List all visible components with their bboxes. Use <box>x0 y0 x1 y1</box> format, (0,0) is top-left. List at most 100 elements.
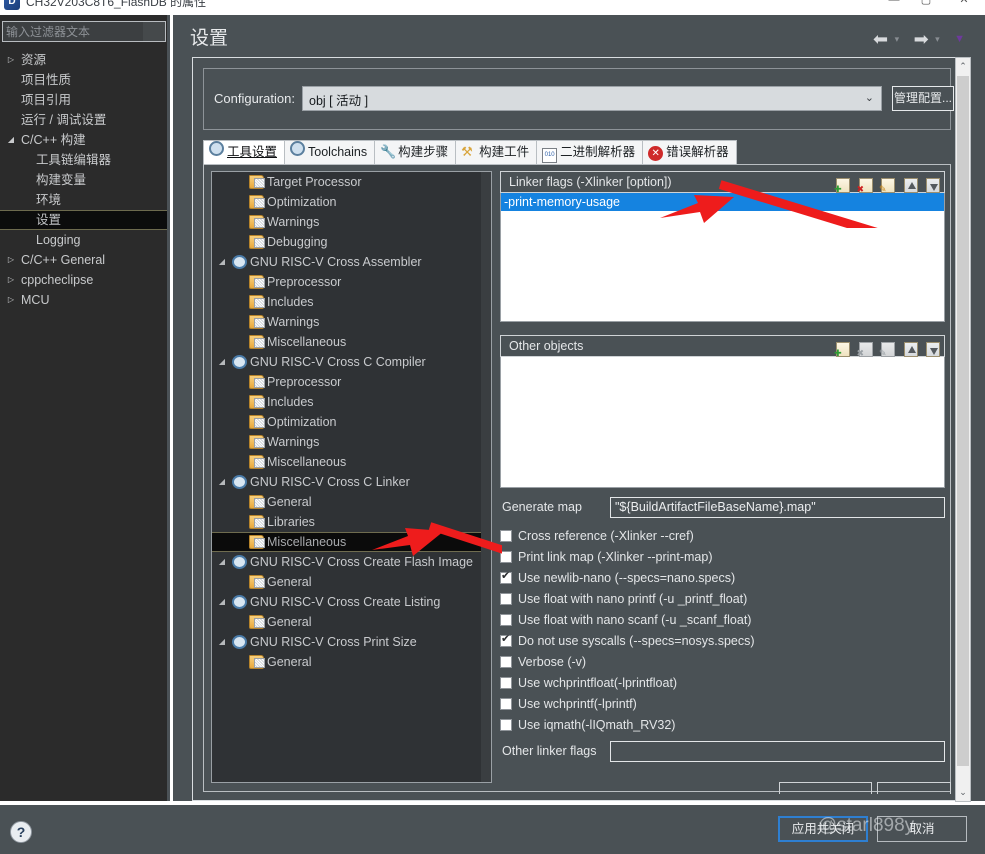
tab-1[interactable]: 工具设置 <box>203 140 286 164</box>
checkbox-icon[interactable] <box>500 530 512 542</box>
other-objects-list[interactable] <box>500 357 945 488</box>
sidebar-item[interactable]: 项目性质 <box>0 70 167 90</box>
tab-5[interactable]: 010 二进制解析器 <box>536 140 644 164</box>
tree-expand-icon[interactable]: ▷ <box>5 270 17 290</box>
restore-defaults-button[interactable] <box>779 782 872 794</box>
apply-and-close-button[interactable]: 应用并关闭 <box>778 816 868 842</box>
tool-tree-item[interactable]: Warnings <box>212 212 491 232</box>
help-icon[interactable]: ? <box>10 821 32 843</box>
add-icon[interactable]: ✚ <box>834 178 851 194</box>
checkbox-icon[interactable] <box>500 719 512 731</box>
apply-button[interactable] <box>877 782 951 794</box>
sidebar-item[interactable]: 环境 <box>0 190 167 210</box>
tool-tree-item[interactable]: Optimization <box>212 192 491 212</box>
checkbox-row[interactable]: Use iqmath(-lIQmath_RV32) <box>500 716 945 737</box>
sidebar-item[interactable]: 运行 / 调试设置 <box>0 110 167 130</box>
tool-tree-item[interactable]: Optimization <box>212 412 491 432</box>
tool-tree-item[interactable]: ◢ GNU RISC-V Cross C Linker <box>212 472 491 492</box>
checkbox-row[interactable]: Verbose (-v) <box>500 653 945 674</box>
delete-icon[interactable]: ✖ <box>857 178 873 194</box>
sidebar-item[interactable]: 项目引用 <box>0 90 167 110</box>
tool-tree[interactable]: Target Processor Optimization Warnings Debu… <box>211 171 492 783</box>
checkbox-icon[interactable] <box>500 551 512 563</box>
tool-tree-item[interactable]: Preprocessor <box>212 272 491 292</box>
forward-chevron-down-icon[interactable]: ▾ <box>935 31 940 47</box>
checkbox-row[interactable]: Print link map (-Xlinker --print-map) <box>500 548 945 569</box>
filter-input[interactable] <box>3 22 165 41</box>
tool-tree-item[interactable]: Miscellaneous <box>212 452 491 472</box>
tool-tree-item[interactable]: General <box>212 492 491 512</box>
sidebar-item[interactable]: Logging <box>0 230 167 250</box>
add-icon[interactable]: ✚ <box>834 342 851 358</box>
tree-expand-icon[interactable] <box>5 90 17 110</box>
maximize-button[interactable]: ▢ <box>912 0 940 8</box>
other-linker-flags-input[interactable] <box>610 741 945 762</box>
tab-4[interactable]: ⚒ 构建工件 <box>455 140 538 164</box>
manage-configurations-button[interactable]: 管理配置... <box>892 86 954 111</box>
forward-arrow-icon[interactable]: ➡ <box>914 30 929 48</box>
tool-tree-item[interactable]: Warnings <box>212 312 491 332</box>
edit-icon[interactable]: ✎ <box>879 178 896 194</box>
tree-expand-icon[interactable]: ▷ <box>5 290 17 310</box>
scroll-down-icon[interactable]: ⌄ <box>956 784 970 801</box>
tool-tree-item[interactable]: ◢ GNU RISC-V Cross Print Size <box>212 632 491 652</box>
sidebar-item[interactable]: ▷ C/C++ General <box>0 250 167 270</box>
scroll-up-icon[interactable]: ⌃ <box>956 58 970 75</box>
checkbox-row[interactable]: Use newlib-nano (--specs=nano.specs) <box>500 569 945 590</box>
minimize-button[interactable]: — <box>880 0 908 8</box>
generate-map-input[interactable]: "${BuildArtifactFileBaseName}.map" <box>610 497 945 518</box>
move-down-icon[interactable] <box>926 178 940 194</box>
back-arrow-icon[interactable]: ⬅ <box>873 30 888 48</box>
tool-tree-scrollbar[interactable] <box>481 172 491 782</box>
cancel-button[interactable]: 取消 <box>877 816 967 842</box>
tree-expand-icon[interactable] <box>5 150 17 170</box>
tree-expand-icon[interactable]: ▷ <box>5 250 17 270</box>
checkbox-row[interactable]: Use float with nano printf (-u _printf_f… <box>500 590 945 611</box>
checkbox-icon[interactable] <box>500 677 512 689</box>
tree-expand-icon[interactable]: ◢ <box>216 472 228 492</box>
checkbox-icon[interactable] <box>500 614 512 626</box>
back-chevron-down-icon[interactable]: ▾ <box>895 31 900 47</box>
tree-expand-icon[interactable]: ▷ <box>5 50 17 70</box>
tool-tree-item[interactable]: Miscellaneous <box>212 332 491 352</box>
tree-expand-icon[interactable]: ◢ <box>216 252 228 272</box>
tool-tree-item[interactable]: Target Processor <box>212 172 491 192</box>
tree-expand-icon[interactable]: ◢ <box>5 130 17 150</box>
tool-tree-item[interactable]: Includes <box>212 292 491 312</box>
checkbox-icon[interactable] <box>500 633 512 647</box>
checkbox-row[interactable]: Use wchprintf(-lprintf) <box>500 695 945 716</box>
tab-3[interactable]: 🔧 构建步骤 <box>374 140 457 164</box>
checkbox-icon[interactable] <box>500 656 512 668</box>
sidebar-item[interactable]: ▷ cppcheclipse <box>0 270 167 290</box>
tool-tree-item[interactable]: Debugging <box>212 232 491 252</box>
tab-2[interactable]: Toolchains <box>284 140 376 164</box>
sidebar-item[interactable]: ▷ MCU <box>0 290 167 310</box>
tree-expand-icon[interactable] <box>5 230 17 250</box>
tool-tree-item[interactable]: General <box>212 652 491 672</box>
tree-expand-icon[interactable] <box>5 211 17 231</box>
checkbox-icon[interactable] <box>500 593 512 605</box>
tool-tree-item[interactable]: ◢ GNU RISC-V Cross Create Listing <box>212 592 491 612</box>
move-up-icon[interactable] <box>903 178 918 194</box>
tool-tree-item[interactable]: Includes <box>212 392 491 412</box>
sidebar-item[interactable]: ◢ C/C++ 构建 <box>0 130 167 150</box>
sidebar-item[interactable]: ▷ 资源 <box>0 50 167 70</box>
scrollbar-thumb[interactable] <box>957 76 969 766</box>
tool-tree-item[interactable]: General <box>212 572 491 592</box>
sidebar-item[interactable]: 工具链编辑器 <box>0 150 167 170</box>
filter-field-wrapper[interactable] <box>2 21 166 42</box>
sidebar-item[interactable]: 设置 <box>0 210 167 230</box>
tree-expand-icon[interactable] <box>5 170 17 190</box>
close-button[interactable]: ✕ <box>950 0 978 8</box>
tool-tree-item[interactable]: Warnings <box>212 432 491 452</box>
settings-scrollbar[interactable]: ⌃ ⌄ <box>955 57 971 802</box>
tool-tree-item[interactable]: Preprocessor <box>212 372 491 392</box>
checkbox-icon[interactable] <box>500 698 512 710</box>
tree-expand-icon[interactable]: ◢ <box>216 592 228 612</box>
tab-6[interactable]: ✕ 错误解析器 <box>642 140 737 164</box>
configuration-select[interactable]: obj [ 活动 ] ⌄ <box>302 86 882 111</box>
checkbox-row[interactable]: Use float with nano scanf (-u _scanf_flo… <box>500 611 945 632</box>
tool-tree-item[interactable]: Libraries <box>212 512 491 532</box>
tool-tree-item[interactable]: General <box>212 612 491 632</box>
filter-clear-icon[interactable] <box>143 22 165 41</box>
